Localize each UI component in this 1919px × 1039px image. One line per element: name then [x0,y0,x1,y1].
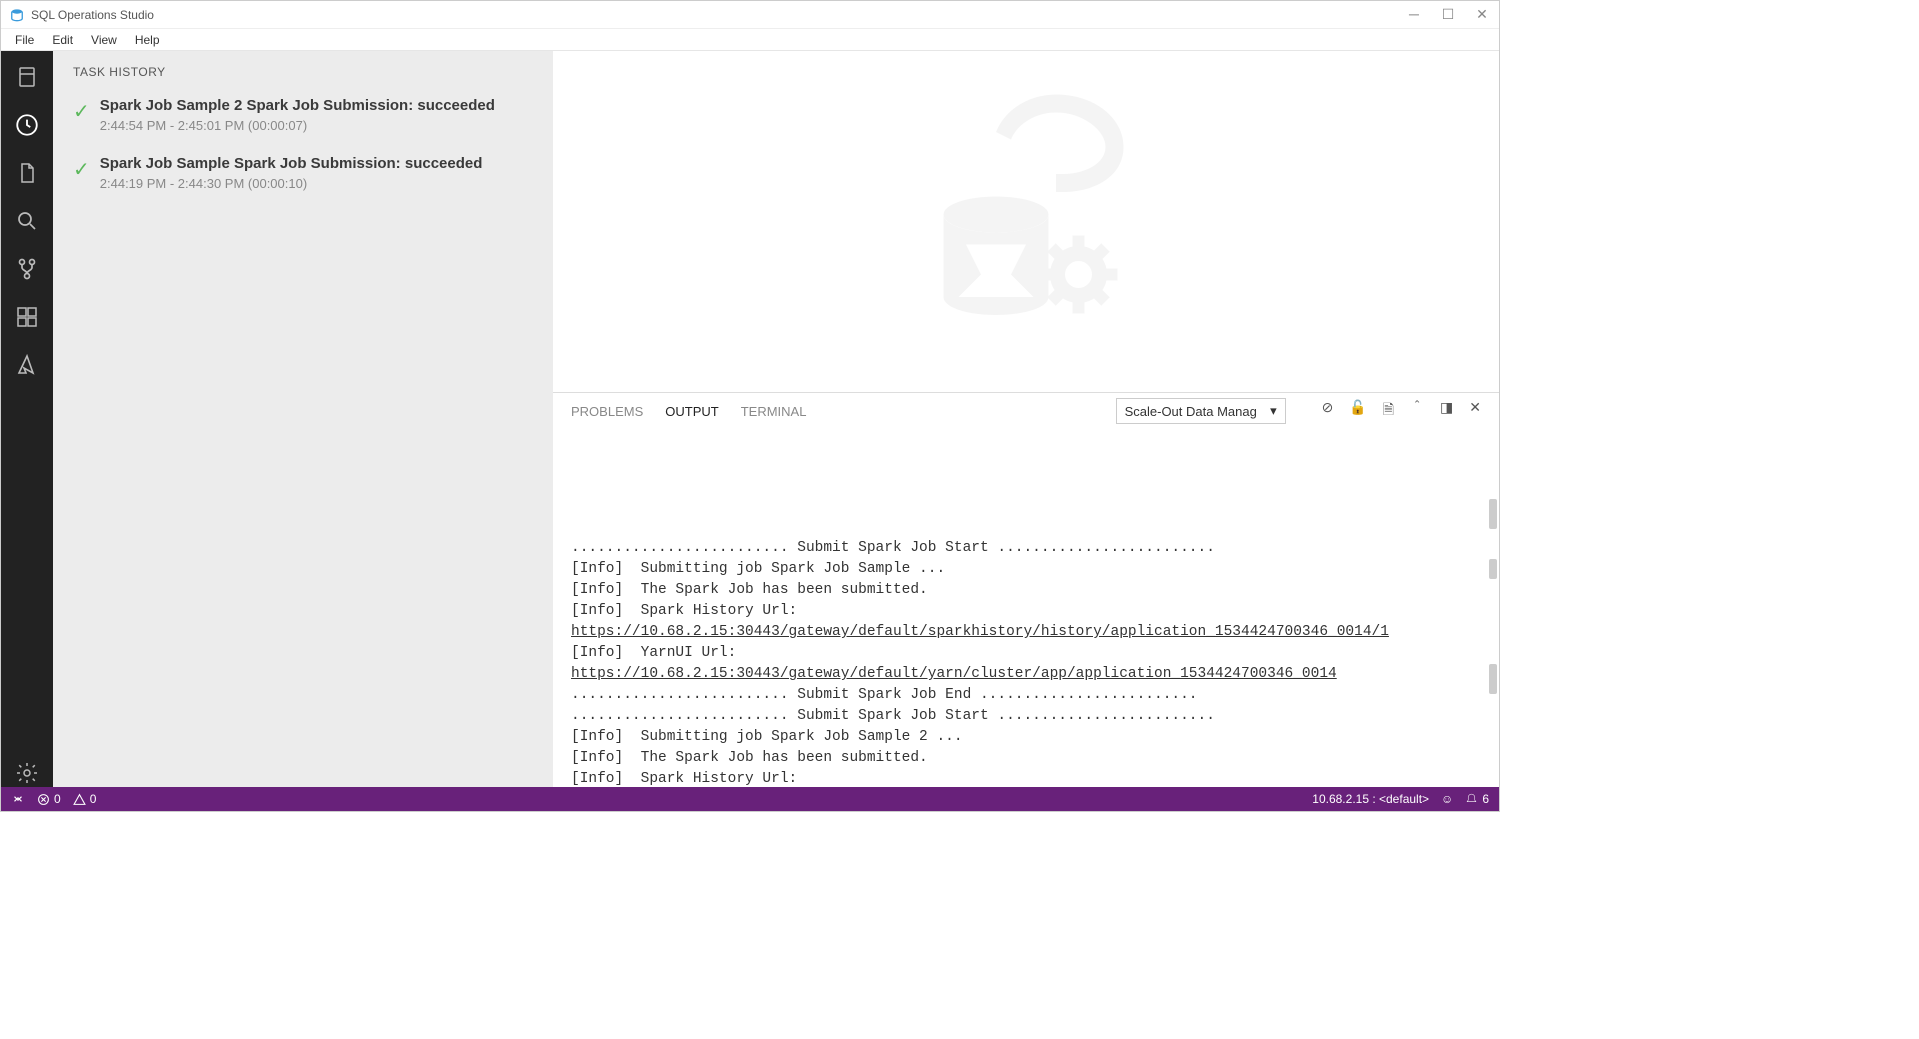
activity-azure-icon[interactable] [13,351,41,379]
editor-welcome-logo [553,51,1499,392]
status-connection[interactable]: 10.68.2.15 : <default> [1312,792,1429,806]
status-remote-icon[interactable] [11,792,25,806]
activity-extensions-icon[interactable] [13,303,41,331]
close-panel-icon[interactable]: ✕ [1469,399,1481,423]
task-history-panel: TASK HISTORY ✓ Spark Job Sample 2 Spark … [53,51,553,787]
open-log-icon[interactable]: 🗎 [1383,399,1394,423]
menu-help[interactable]: Help [127,31,168,49]
output-channel-dropdown[interactable]: Scale-Out Data Manag ▾ [1116,398,1286,424]
output-line: [Info] YarnUI Url: [571,643,1481,664]
app-title: SQL Operations Studio [31,8,1405,22]
tab-problems[interactable]: PROBLEMS [571,404,643,419]
window-controls: ─ ☐ ✕ [1405,6,1491,23]
app-window: SQL Operations Studio ─ ☐ ✕ File Edit Vi… [0,0,1500,812]
output-line: https://10.68.2.15:30443/gateway/default… [571,622,1481,643]
activity-explorer-icon[interactable] [13,159,41,187]
main-area: TASK HISTORY ✓ Spark Job Sample 2 Spark … [1,51,1499,787]
output-line: ......................... Submit Spark J… [571,685,1481,706]
task-title: Spark Job Sample 2 Spark Job Submission:… [100,97,533,114]
scrollbar[interactable] [1489,664,1497,694]
panel-actions: ⊘ 🔓 🗎 ＾ ◨ ✕ [1322,399,1481,423]
activity-settings-icon[interactable] [13,759,41,787]
activity-search-icon[interactable] [13,207,41,235]
task-item[interactable]: ✓ Spark Job Sample Spark Job Submission:… [53,147,553,205]
tab-terminal[interactable]: TERMINAL [741,404,807,419]
menu-edit[interactable]: Edit [44,31,81,49]
lock-scroll-icon[interactable]: 🔓 [1349,399,1366,423]
tab-output[interactable]: OUTPUT [665,404,718,419]
output-line: [Info] Submitting job Spark Job Sample .… [571,559,1481,580]
output-line: ......................... Submit Spark J… [571,706,1481,727]
output-line: [Info] Spark History Url: [571,601,1481,622]
output-body[interactable]: ......................... Submit Spark J… [553,429,1499,787]
output-url[interactable]: https://10.68.2.15:30443/gateway/default… [571,666,1337,682]
scrollbar[interactable] [1489,499,1497,529]
output-line: https://10.68.2.15:30443/gateway/default… [571,664,1481,685]
task-time: 2:44:54 PM - 2:45:01 PM (00:00:07) [100,118,533,133]
close-button[interactable]: ✕ [1473,6,1491,23]
editor-area: PROBLEMS OUTPUT TERMINAL Scale-Out Data … [553,51,1499,787]
task-history-title: TASK HISTORY [53,51,553,89]
titlebar: SQL Operations Studio ─ ☐ ✕ [1,1,1499,29]
clear-output-icon[interactable]: ⊘ [1322,399,1334,423]
menu-view[interactable]: View [83,31,125,49]
status-feedback-icon[interactable]: ☺ [1441,792,1453,806]
check-icon: ✓ [73,99,90,133]
bottom-panel: PROBLEMS OUTPUT TERMINAL Scale-Out Data … [553,392,1499,787]
output-line: [Info] Spark History Url: [571,769,1481,787]
status-notifications[interactable]: 6 [1465,792,1489,806]
panel-tabs: PROBLEMS OUTPUT TERMINAL Scale-Out Data … [553,393,1499,429]
output-line: [Info] The Spark Job has been submitted. [571,748,1481,769]
task-title: Spark Job Sample Spark Job Submission: s… [100,155,533,172]
toggle-layout-icon[interactable]: ◨ [1440,399,1453,423]
scrollbar[interactable] [1489,559,1497,579]
task-item[interactable]: ✓ Spark Job Sample 2 Spark Job Submissio… [53,89,553,147]
activity-task-history-icon[interactable] [13,111,41,139]
collapse-panel-icon[interactable]: ＾ [1410,399,1424,423]
status-errors[interactable]: 0 [37,792,61,806]
minimize-button[interactable]: ─ [1405,6,1423,23]
menubar: File Edit View Help [1,29,1499,51]
activity-servers-icon[interactable] [13,63,41,91]
chevron-down-icon: ▾ [1270,403,1277,419]
output-line: [Info] The Spark Job has been submitted. [571,580,1481,601]
statusbar: 0 0 10.68.2.15 : <default> ☺ 6 [1,787,1499,811]
output-channel-label: Scale-Out Data Manag [1125,404,1257,419]
output-url[interactable]: https://10.68.2.15:30443/gateway/default… [571,624,1389,640]
output-line: ......................... Submit Spark J… [571,538,1481,559]
activity-source-control-icon[interactable] [13,255,41,283]
status-warnings[interactable]: 0 [73,792,97,806]
menu-file[interactable]: File [7,31,42,49]
app-icon [9,7,25,23]
activity-bar [1,51,53,787]
output-line: [Info] Submitting job Spark Job Sample 2… [571,727,1481,748]
task-time: 2:44:19 PM - 2:44:30 PM (00:00:10) [100,176,533,191]
check-icon: ✓ [73,157,90,191]
maximize-button[interactable]: ☐ [1439,6,1457,23]
